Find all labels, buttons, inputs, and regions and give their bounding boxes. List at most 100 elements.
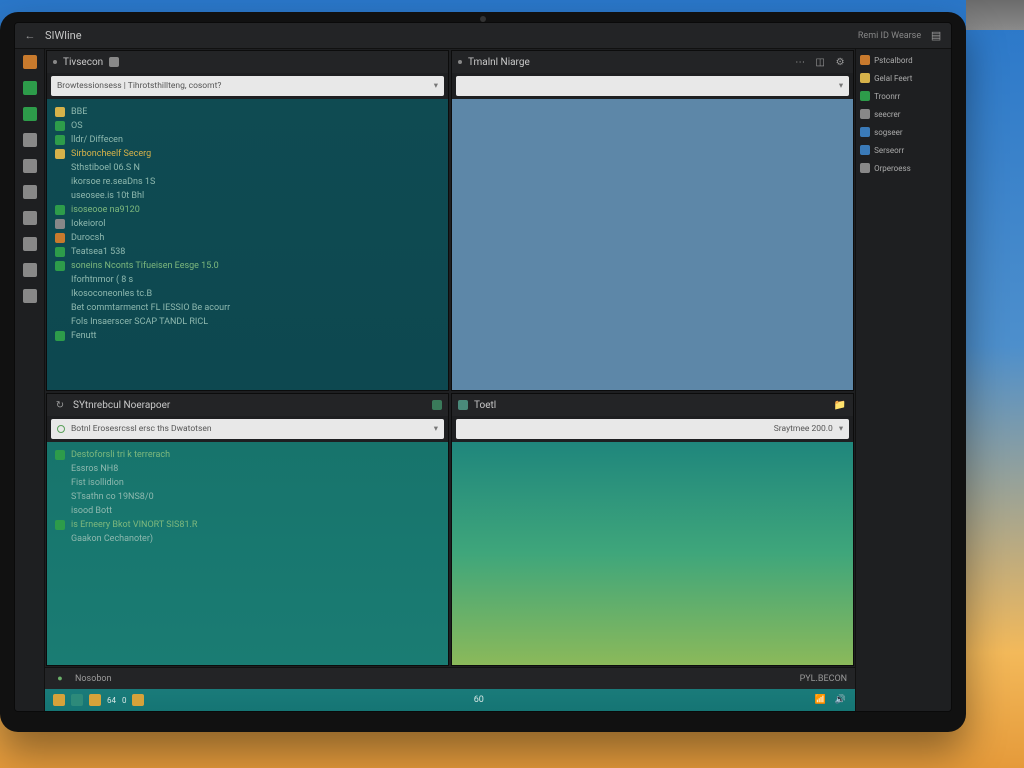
pane-bottom-left: ↻ SYtnrebcul Noerapoer Botnl Erosesrcssl… — [46, 393, 449, 666]
rightpanel-icon — [860, 55, 870, 65]
line-gutter-icon — [55, 219, 65, 229]
line-gutter-icon — [55, 492, 65, 502]
line-text: useosee.is 10t Bhl — [71, 189, 144, 203]
code-line: Sthstiboel 06.S N — [55, 161, 440, 175]
rightpanel-item-5[interactable]: Serseorr — [860, 145, 947, 155]
line-text: soneins Nconts Tifueisen Eesge 15.0 — [71, 259, 219, 273]
rightpanel-item-1[interactable]: Gelal Feert — [860, 73, 947, 83]
pane-top-left: Tivsecon Browtessionsess | Tihrotsthillt… — [46, 50, 449, 391]
chevron-down-icon[interactable]: ▾ — [434, 81, 438, 91]
line-text: isood Bott — [71, 504, 112, 518]
content-tl: BBEOSlldr/ DiffecenSirboncheelf SecergSt… — [47, 99, 448, 390]
activity-icon-1[interactable] — [23, 81, 37, 95]
line-text: Fist isollidion — [71, 476, 124, 490]
content-br — [452, 442, 853, 665]
taskbar-app-icon[interactable] — [71, 694, 83, 706]
rightpanel-item-4[interactable]: sogseer — [860, 127, 947, 137]
address-text-tl: Browtessionsess | Tihrotsthillteng, coso… — [57, 81, 221, 91]
chevron-down-icon[interactable]: ▾ — [434, 424, 438, 434]
pane-split-icon[interactable]: ◫ — [813, 55, 827, 69]
activity-icon-6[interactable] — [23, 211, 37, 225]
activity-icon-0[interactable] — [23, 55, 37, 69]
line-gutter-icon — [55, 205, 65, 215]
taskbar-app-icon[interactable] — [89, 694, 101, 706]
pane-action-icon[interactable] — [432, 400, 442, 410]
line-gutter-icon — [55, 534, 65, 544]
taskbar-app-icon[interactable] — [132, 694, 144, 706]
pane-bottom-right: Toetl 📁 Sraytmee 200.0 ▾ — [451, 393, 854, 666]
activity-icon-7[interactable] — [23, 237, 37, 251]
rightpanel-label: Troonrr — [874, 92, 900, 101]
rightpanel-item-6[interactable]: Orperoess — [860, 163, 947, 173]
rightpanel-label: Serseorr — [874, 146, 904, 155]
code-line: ikorsoe re.seaDns 1S — [55, 175, 440, 189]
tab-bl[interactable]: SYtnrebcul Noerapoer — [73, 400, 170, 411]
code-line: STsathn co 19NS8/0 — [55, 490, 440, 504]
activity-icon-2[interactable] — [23, 107, 37, 121]
line-gutter-icon — [55, 247, 65, 257]
pane-gear-icon[interactable]: ⚙ — [833, 55, 847, 69]
titlebar-right-label: Remi ID Wearse — [858, 31, 921, 41]
code-line: Ikosoconeonles tc.B — [55, 287, 440, 301]
taskbar-app-icon[interactable] — [53, 694, 65, 706]
status-ok-icon[interactable]: ● — [53, 672, 67, 686]
activity-icon-9[interactable] — [23, 289, 37, 303]
rightpanel-label: sogseer — [874, 128, 903, 137]
tab-extra-icon[interactable] — [109, 57, 119, 67]
line-text: Fenutt — [71, 329, 96, 343]
code-line: Sirboncheelf Secerg — [55, 147, 440, 161]
line-gutter-icon — [55, 261, 65, 271]
code-line: Bet commtarmenct FL IESSIO Be acourr — [55, 301, 440, 315]
folder-icon[interactable]: 📁 — [833, 398, 847, 412]
code-line: lldr/ Diffecen — [55, 133, 440, 147]
code-line: isoseooe na9120 — [55, 203, 440, 217]
line-text: Durocsh — [71, 231, 104, 245]
line-text: BBE — [71, 105, 87, 119]
taskbar-center: 60 — [474, 695, 484, 705]
code-line: Fenutt — [55, 329, 440, 343]
address-bar-tl[interactable]: Browtessionsess | Tihrotsthillteng, coso… — [51, 76, 444, 96]
tab-br[interactable]: Toetl — [474, 400, 496, 411]
address-bar-bl[interactable]: Botnl Erosesrcssl ersc ths Dwatotsen ▾ — [51, 419, 444, 439]
code-line: isood Bott — [55, 504, 440, 518]
editor-grid: Tivsecon Browtessionsess | Tihrotsthillt… — [45, 49, 855, 711]
rightpanel-item-0[interactable]: Pstcalbord — [860, 55, 947, 65]
tab-tl[interactable]: Tivsecon — [63, 57, 103, 68]
refresh-icon[interactable]: ↻ — [53, 398, 67, 412]
address-bar-br[interactable]: Sraytmee 200.0 ▾ — [456, 419, 849, 439]
line-gutter-icon — [55, 317, 65, 327]
window-menu-icon[interactable]: ▤ — [929, 29, 943, 43]
rightpanel-item-2[interactable]: Troonrr — [860, 91, 947, 101]
rightpanel-item-3[interactable]: seecrer — [860, 109, 947, 119]
code-line: Destoforsli tri k terrerach — [55, 448, 440, 462]
secure-icon — [57, 425, 65, 433]
line-text: Sirboncheelf Secerg — [71, 147, 151, 161]
line-gutter-icon — [55, 450, 65, 460]
address-bar-tr[interactable]: ▾ — [456, 76, 849, 96]
activity-icon-4[interactable] — [23, 159, 37, 173]
pane-tabs-tl: Tivsecon — [47, 51, 448, 73]
activity-icon-5[interactable] — [23, 185, 37, 199]
tray-network-icon[interactable]: 📶 — [813, 693, 827, 707]
code-line: Fols Insaerscer SCAP TANDL RICL — [55, 315, 440, 329]
back-icon[interactable]: ← — [23, 29, 37, 43]
pane-more-icon[interactable]: ⋯ — [793, 55, 807, 69]
activity-icon-3[interactable] — [23, 133, 37, 147]
activity-icon-8[interactable] — [23, 263, 37, 277]
rightpanel-label: Gelal Feert — [874, 74, 912, 83]
content-tr — [452, 99, 853, 390]
code-lines-bl: Destoforsli tri k terrerachEssros NH8Fis… — [47, 442, 448, 552]
line-gutter-icon — [55, 121, 65, 131]
tab-tr[interactable]: Tmalnl Niarge — [468, 57, 530, 68]
chevron-down-icon[interactable]: ▾ — [839, 81, 843, 91]
line-text: Iforhtnmor ( 8 s — [71, 273, 133, 287]
chevron-down-icon[interactable]: ▾ — [839, 424, 843, 434]
line-text: is Erneery Bkot VINORT SIS81.R — [71, 518, 197, 532]
code-line: Gaakon Cechanoter) — [55, 532, 440, 546]
content-bl: Destoforsli tri k terrerachEssros NH8Fis… — [47, 442, 448, 665]
tray-volume-icon[interactable]: 🔊 — [833, 693, 847, 707]
rightpanel-icon — [860, 91, 870, 101]
code-line: Iforhtnmor ( 8 s — [55, 273, 440, 287]
line-gutter-icon — [55, 191, 65, 201]
rightpanel-icon — [860, 163, 870, 173]
